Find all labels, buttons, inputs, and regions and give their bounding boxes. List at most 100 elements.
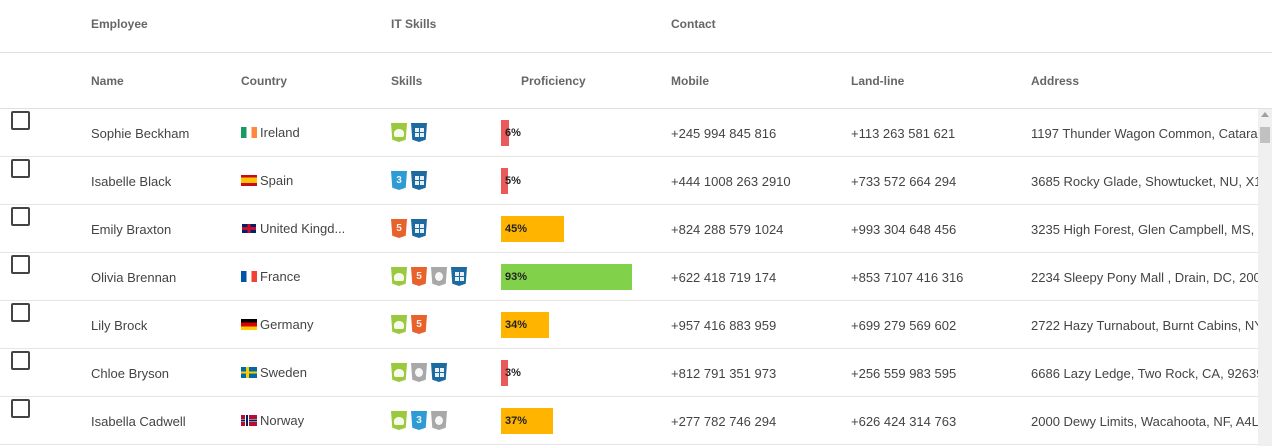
address: 2722 Hazy Turnabout, Burnt Cabins, NY, (1031, 318, 1258, 333)
scroll-up-arrow-icon[interactable] (1261, 112, 1269, 117)
landline-number: +993 304 648 456 (851, 222, 957, 237)
table-row[interactable]: Chloe Bryson Sweden 3% +812 791 351 973 … (0, 349, 1258, 397)
column-header-name[interactable]: Name (91, 74, 124, 88)
vertical-scrollbar[interactable] (1258, 109, 1272, 446)
employee-country: United Kingd... (241, 221, 381, 236)
skills-icons (391, 123, 427, 142)
skills-icons: 5 (391, 315, 427, 334)
proficiency-bar: 45% (501, 216, 636, 242)
skills-icons: 3 (391, 411, 447, 430)
row-select-checkbox[interactable] (11, 255, 30, 274)
windows-icon (411, 123, 427, 142)
row-select-checkbox[interactable] (11, 159, 30, 178)
row-select-checkbox[interactable] (11, 399, 30, 418)
proficiency-bar: 3% (501, 360, 636, 386)
landline-number: +256 559 983 595 (851, 366, 957, 381)
employee-name: Emily Braxton (91, 222, 172, 237)
row-select-checkbox[interactable] (11, 207, 30, 226)
android-icon (391, 267, 407, 286)
spain-flag-icon (241, 175, 257, 186)
html5-icon: 5 (391, 219, 407, 238)
employee-country: Sweden (241, 365, 381, 380)
apple-icon (411, 363, 427, 382)
employee-name: Sophie Beckham (91, 126, 190, 141)
mobile-number: +277 782 746 294 (671, 414, 777, 429)
android-icon (391, 363, 407, 382)
mobile-number: +444 1008 263 2910 (671, 174, 791, 189)
proficiency-label: 3% (505, 367, 521, 379)
proficiency-label: 6% (505, 127, 521, 139)
uk-flag-icon (241, 223, 257, 234)
employee-country: Germany (241, 317, 381, 332)
row-select-checkbox[interactable] (11, 303, 30, 322)
sweden-flag-icon (241, 367, 257, 378)
windows-icon (451, 267, 467, 286)
address: 1197 Thunder Wagon Common, Cataract (1031, 126, 1258, 141)
proficiency-label: 37% (505, 415, 528, 427)
android-icon (391, 123, 407, 142)
employee-name: Isabella Cadwell (91, 414, 186, 429)
table-row[interactable]: Isabella Cadwell Norway 3 37% +277 782 7… (0, 397, 1258, 445)
skills-icons: 5 (391, 267, 467, 286)
column-header-skills[interactable]: Skills (391, 74, 422, 88)
column-header-row: Name Country Skills Proficiency Mobile L… (0, 53, 1272, 109)
proficiency-label: 45% (505, 223, 528, 235)
employee-country: Ireland (241, 125, 381, 140)
landline-number: +699 279 569 602 (851, 318, 957, 333)
scrollbar-thumb[interactable] (1260, 127, 1270, 143)
germany-flag-icon (241, 319, 257, 330)
column-header-country[interactable]: Country (241, 74, 287, 88)
table-row[interactable]: Isabelle Black Spain 3 5% +444 1008 263 … (0, 157, 1258, 205)
ireland-flag-icon (241, 127, 257, 138)
html5-icon: 5 (411, 267, 427, 286)
proficiency-bar: 6% (501, 120, 636, 146)
table-row[interactable]: Emily Braxton United Kingd... 5 45% +824… (0, 205, 1258, 253)
column-header-proficiency[interactable]: Proficiency (521, 74, 586, 88)
country-label: Norway (260, 413, 305, 428)
table-row[interactable]: Lily Brock Germany 5 34% +957 416 883 95… (0, 301, 1258, 349)
mobile-number: +824 288 579 1024 (671, 222, 784, 237)
css3-icon: 3 (391, 171, 407, 190)
proficiency-label: 93% (505, 271, 528, 283)
employee-country: Spain (241, 173, 381, 188)
employee-country: France (241, 269, 381, 284)
row-select-checkbox[interactable] (11, 111, 30, 130)
table-row[interactable]: Olivia Brennan France 5 93% +622 418 719… (0, 253, 1258, 301)
employee-name: Isabelle Black (91, 174, 172, 189)
landline-number: +626 424 314 763 (851, 414, 957, 429)
group-header-contact[interactable]: Contact (671, 17, 716, 31)
landline-number: +113 263 581 621 (851, 126, 956, 141)
column-header-landline[interactable]: Land-line (851, 74, 904, 88)
windows-icon (411, 171, 427, 190)
row-select-checkbox[interactable] (11, 351, 30, 370)
address: 3235 High Forest, Glen Campbell, MS, 3 (1031, 222, 1258, 237)
html5-icon: 5 (411, 315, 427, 334)
employee-name: Lily Brock (91, 318, 148, 333)
proficiency-bar: 5% (501, 168, 636, 194)
employee-country: Norway (241, 413, 381, 428)
proficiency-label: 5% (505, 175, 521, 187)
mobile-number: +622 418 719 174 (671, 270, 777, 285)
country-label: France (260, 269, 301, 284)
proficiency-bar: 37% (501, 408, 636, 434)
group-header-row: Employee IT Skills Contact (0, 0, 1272, 53)
country-label: Ireland (260, 125, 300, 140)
norway-flag-icon (241, 415, 257, 426)
group-header-it-skills[interactable]: IT Skills (391, 17, 436, 31)
skills-icons: 5 (391, 219, 427, 238)
column-header-address[interactable]: Address (1031, 74, 1079, 88)
column-header-mobile[interactable]: Mobile (671, 74, 709, 88)
group-header-employee[interactable]: Employee (91, 17, 148, 31)
skills-icons (391, 363, 447, 382)
proficiency-bar: 34% (501, 312, 636, 338)
table-row[interactable]: Sophie Beckham Ireland 6% +245 994 845 8… (0, 109, 1258, 157)
windows-icon (411, 219, 427, 238)
css3-icon: 3 (411, 411, 427, 430)
country-label: United Kingd... (260, 221, 346, 236)
country-label: Sweden (260, 365, 307, 380)
apple-icon (431, 267, 447, 286)
mobile-number: +245 994 845 816 (671, 126, 777, 141)
country-label: Spain (260, 173, 294, 188)
france-flag-icon (241, 271, 257, 282)
skills-icons: 3 (391, 171, 427, 190)
